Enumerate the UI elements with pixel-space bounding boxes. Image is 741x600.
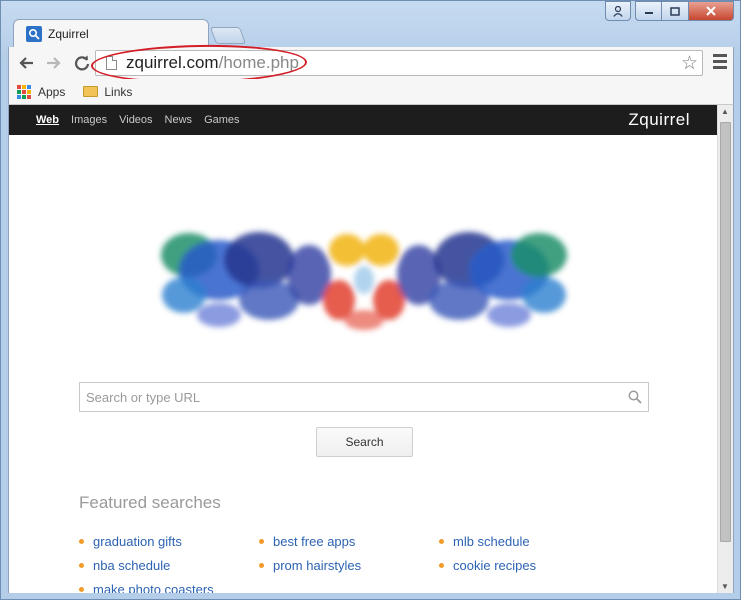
bullet-icon xyxy=(79,538,84,544)
bullet-icon xyxy=(439,562,444,568)
search-button[interactable]: Search xyxy=(316,427,413,457)
featured-search-item[interactable]: mlb schedule xyxy=(439,533,619,549)
search-box xyxy=(79,382,649,412)
featured-search-link[interactable]: best free apps xyxy=(273,534,355,549)
browser-tab[interactable]: Zquirrel xyxy=(13,19,209,47)
featured-search-link[interactable]: mlb schedule xyxy=(453,534,530,549)
user-profile-icon[interactable] xyxy=(605,1,631,21)
bullet-icon xyxy=(439,538,444,544)
tab-title: Zquirrel xyxy=(48,26,89,41)
featured-search-link[interactable]: make photo coasters xyxy=(93,582,214,594)
site-logo[interactable]: Zquirrel xyxy=(628,110,690,130)
back-arrow-icon xyxy=(19,57,33,69)
reload-button[interactable] xyxy=(71,52,93,74)
reload-icon xyxy=(74,55,90,71)
bookmark-links[interactable]: Links xyxy=(83,85,132,99)
search-input[interactable] xyxy=(80,384,622,410)
bookmark-label: Links xyxy=(104,84,133,99)
featured-search-item[interactable]: graduation gifts xyxy=(79,533,259,549)
folder-icon xyxy=(83,86,99,97)
nav-games[interactable]: Games xyxy=(204,114,239,126)
new-tab-button[interactable] xyxy=(209,27,247,44)
featured-search-link[interactable]: graduation gifts xyxy=(93,534,182,549)
nav-web[interactable]: Web xyxy=(36,114,59,126)
featured-search-link[interactable]: cookie recipes xyxy=(453,558,536,573)
site-nav: Web Images Videos News Games xyxy=(36,114,252,126)
forward-button[interactable] xyxy=(43,52,65,74)
chrome-menu-icon[interactable] xyxy=(713,54,727,72)
featured-search-link[interactable]: nba schedule xyxy=(93,558,170,573)
url-host: zquirrel.com xyxy=(126,53,219,72)
browser-window: Zquirrel zquirrel.com/home.php ☆ Apps Li… xyxy=(0,0,741,600)
vertical-scrollbar[interactable]: ▲ ▼ xyxy=(717,105,733,593)
nav-news[interactable]: News xyxy=(165,114,193,126)
search-icon[interactable] xyxy=(622,390,648,404)
bullet-icon xyxy=(259,538,264,544)
featured-searches-list: graduation gifts best free apps mlb sche… xyxy=(79,533,639,593)
featured-search-link[interactable]: prom hairstyles xyxy=(273,558,361,573)
address-bar[interactable]: zquirrel.com/home.php ☆ xyxy=(95,50,703,76)
close-button[interactable] xyxy=(689,1,734,21)
bookmark-apps[interactable]: Apps xyxy=(17,84,66,99)
bullet-icon xyxy=(259,562,264,568)
bookmarks-bar: Apps Links xyxy=(8,79,734,105)
inkblot-logo-image xyxy=(161,232,567,330)
apps-grid-icon xyxy=(17,84,31,99)
back-button[interactable] xyxy=(15,52,37,74)
featured-search-item[interactable]: cookie recipes xyxy=(439,557,619,573)
featured-search-item[interactable]: make photo coasters xyxy=(79,581,259,593)
scroll-down-icon[interactable]: ▼ xyxy=(721,582,729,591)
page-icon xyxy=(106,56,117,70)
browser-toolbar: zquirrel.com/home.php ☆ xyxy=(8,47,734,79)
featured-searches-title: Featured searches xyxy=(79,493,221,512)
page-content: Web Images Videos News Games Zquirrel Se… xyxy=(8,105,734,593)
window-controls xyxy=(605,1,734,21)
nav-images[interactable]: Images xyxy=(71,114,107,126)
forward-arrow-icon xyxy=(47,57,61,69)
site-header: Web Images Videos News Games Zquirrel xyxy=(9,105,719,135)
bookmark-label: Apps xyxy=(38,84,66,99)
scroll-up-icon[interactable]: ▲ xyxy=(721,107,729,116)
minimize-button[interactable] xyxy=(635,1,662,21)
maximize-button[interactable] xyxy=(662,1,689,21)
featured-search-item[interactable]: nba schedule xyxy=(79,557,259,573)
url-path: /home.php xyxy=(218,53,299,72)
bullet-icon xyxy=(79,562,84,568)
featured-search-item[interactable]: prom hairstyles xyxy=(259,557,439,573)
bookmark-star-icon[interactable]: ☆ xyxy=(681,52,698,75)
scrollbar-thumb[interactable] xyxy=(720,122,731,542)
zquirrel-favicon-icon xyxy=(26,25,42,42)
nav-videos[interactable]: Videos xyxy=(119,114,152,126)
bullet-icon xyxy=(79,586,84,592)
featured-search-item[interactable]: best free apps xyxy=(259,533,439,549)
